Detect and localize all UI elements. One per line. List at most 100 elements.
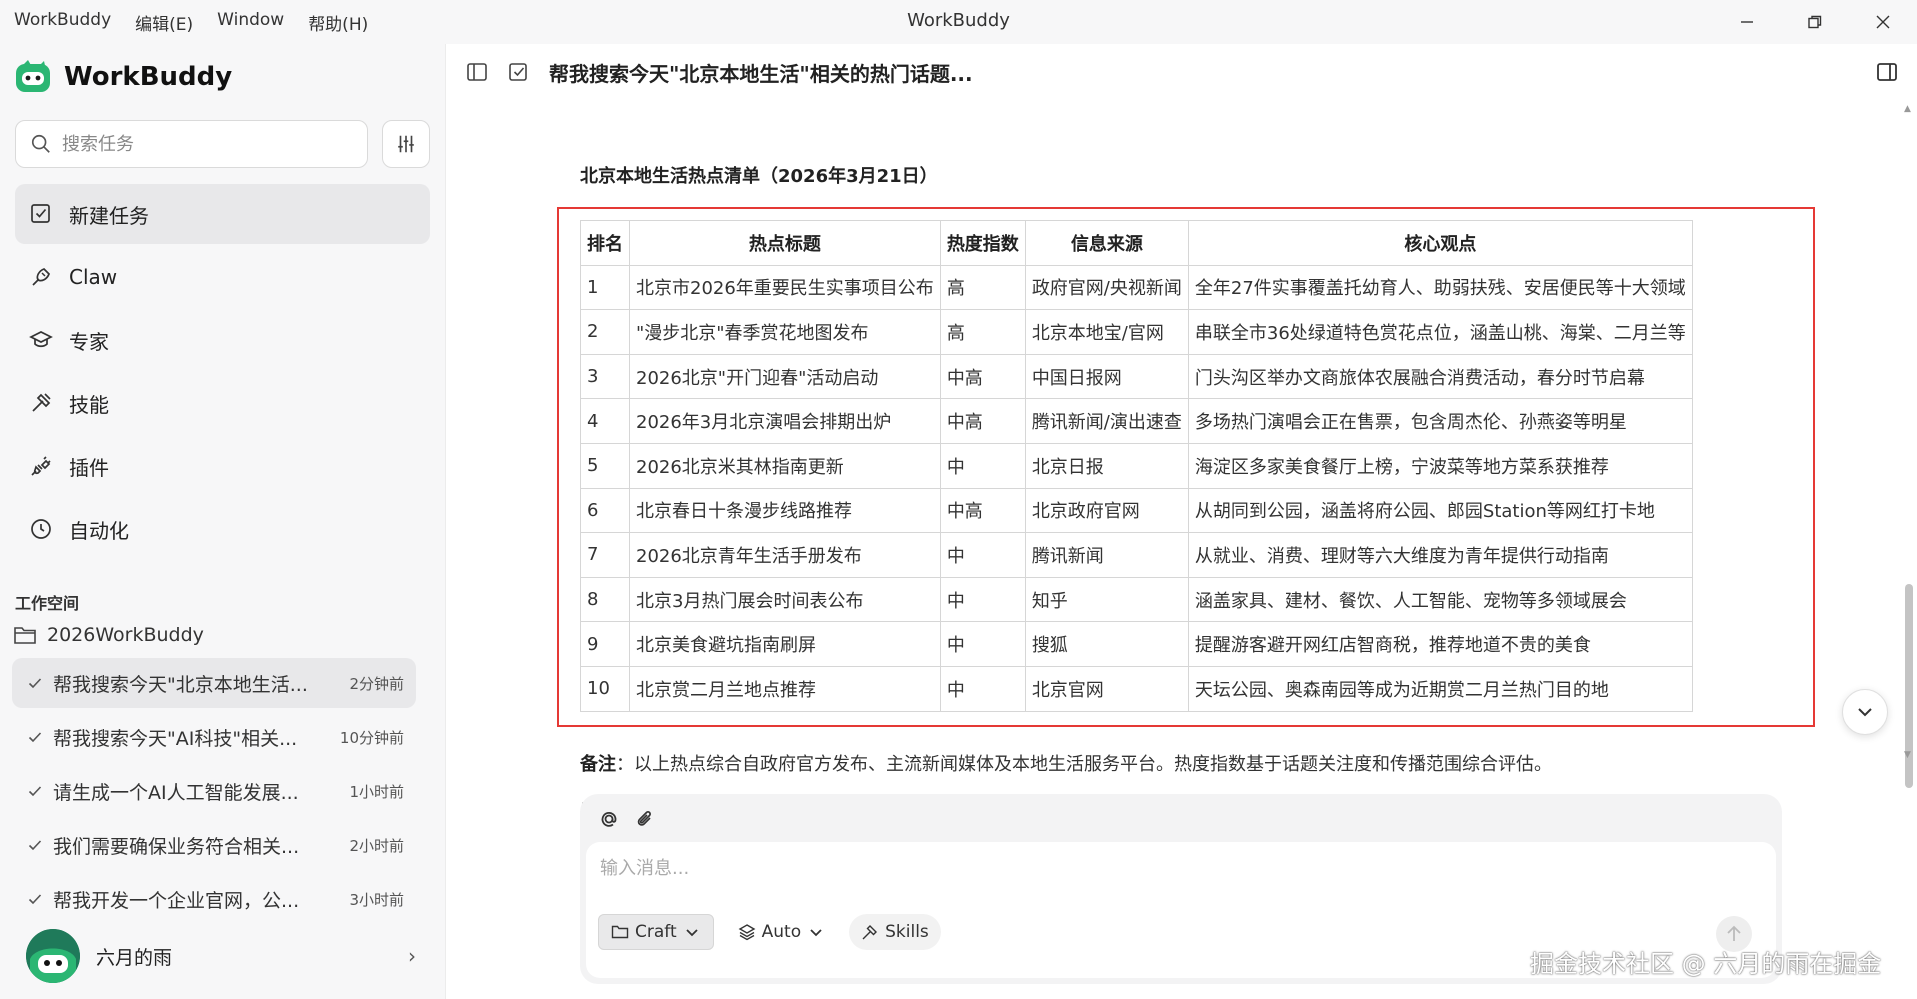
nav-expert[interactable]: 专家 [15, 310, 430, 370]
task-item[interactable]: 帮我开发一个企业官网，公... 3小时前 [12, 874, 416, 924]
nav-plugins[interactable]: 插件 [15, 436, 430, 496]
title-bar: WorkBuddy 编辑(E) Window 帮助(H) WorkBuddy [0, 0, 1917, 44]
menu-edit[interactable]: 编辑(E) [135, 10, 193, 35]
conversation-header: 帮我搜索今天"北京本地生活"相关的热门话题... [447, 44, 1917, 100]
model-selector[interactable]: Auto [726, 914, 837, 950]
cell-rank: 7 [580, 532, 630, 578]
main-panel: 帮我搜索今天"北京本地生活"相关的热门话题... 北京本地生活热点清单（2026… [447, 44, 1917, 999]
avatar [26, 929, 80, 983]
claw-icon [32, 268, 50, 286]
search-icon [31, 134, 50, 153]
watermark: 掘金技术社区 @ 六月的雨在掘金 [1530, 950, 1882, 978]
restore-button[interactable] [1781, 0, 1849, 44]
task-time: 2分钟前 [349, 674, 404, 693]
attachment-icon[interactable] [634, 808, 656, 830]
cell-title: 2026年3月北京演唱会排期出炉 [629, 398, 941, 444]
sidebar-nav: 新建任务 Claw 专家 技能 插件 自动化 [15, 184, 430, 562]
task-title: 我们需要确保业务符合相关... [53, 835, 300, 858]
hotspot-table: 排名 热点标题 热度指数 信息来源 核心观点 1 北京市2026年重要民生实事项… [580, 220, 1693, 712]
cell-title: 北京美食避坑指南刷屏 [629, 621, 941, 667]
composer-tools [598, 808, 656, 830]
search-input[interactable] [62, 133, 352, 155]
skills-button[interactable]: Skills [849, 914, 941, 950]
cell-rank: 10 [580, 665, 630, 712]
task-time: 10分钟前 [339, 728, 404, 747]
check-icon [28, 732, 42, 743]
task-list: 帮我搜索今天"北京本地生活... 2分钟前 帮我搜索今天"AI科技"相关... … [12, 658, 416, 928]
nav-skills[interactable]: 技能 [15, 373, 430, 433]
check-icon [28, 840, 42, 851]
cell-heat: 高 [939, 309, 1026, 355]
model-label: Auto [761, 922, 802, 942]
table-row: 8 北京3月热门展会时间表公布 中 知乎 涵盖家具、建材、餐饮、人工智能、宠物等… [580, 576, 1693, 623]
expert-icon [29, 331, 53, 348]
folder-icon [14, 627, 36, 644]
cell-rank: 3 [580, 353, 630, 400]
table-row: 2 "漫步北京"春季赏花地图发布 高 北京本地宝/官网 串联全市36处绿道特色赏… [580, 309, 1693, 355]
user-profile[interactable]: 六月的雨 › [26, 928, 426, 984]
cell-viewpoint: 门头沟区举办文商旅体农展融合消费活动，春分时节启幕 [1187, 353, 1693, 400]
cell-rank: 2 [580, 309, 630, 355]
sidebar-toggle-icon[interactable] [465, 60, 489, 84]
cell-source: 北京日报 [1024, 442, 1189, 489]
table-row: 1 北京市2026年重要民生实事项目公布 高 政府官网/央视新闻 全年27件实事… [580, 264, 1693, 311]
col-header-source: 信息来源 [1024, 220, 1189, 266]
col-header-title: 热点标题 [629, 220, 941, 266]
cell-rank: 4 [580, 398, 630, 444]
cell-heat: 高 [939, 264, 1026, 311]
brand-name: WorkBuddy [64, 62, 233, 92]
mode-selector[interactable]: Craft [598, 914, 714, 950]
clock-icon [31, 519, 51, 539]
nav-claw[interactable]: Claw [15, 247, 430, 307]
cell-heat: 中 [939, 442, 1026, 489]
task-item[interactable]: 我们需要确保业务符合相关... 2小时前 [12, 820, 416, 870]
message-input[interactable] [600, 858, 1600, 879]
right-panel-toggle-icon[interactable] [1875, 60, 1899, 84]
chevron-down-icon [1858, 708, 1872, 717]
task-item[interactable]: 帮我搜索今天"北京本地生活... 2分钟前 [12, 658, 416, 708]
workspace-folder[interactable]: 2026WorkBuddy [13, 624, 204, 646]
cell-source: 北京本地宝/官网 [1024, 309, 1189, 355]
plugin-icon [31, 456, 51, 476]
cell-heat: 中 [939, 621, 1026, 667]
scroll-to-bottom-button[interactable] [1842, 689, 1888, 735]
new-task-icon[interactable] [507, 60, 531, 84]
check-icon [28, 678, 42, 689]
nav-label: 技能 [69, 392, 109, 417]
cell-source: 中国日报网 [1024, 353, 1189, 400]
cell-heat: 中高 [939, 487, 1026, 534]
cell-viewpoint: 多场热门演唱会正在售票，包含周杰伦、孙燕姿等明星 [1187, 398, 1693, 444]
task-item[interactable]: 帮我搜索今天"AI科技"相关... 10分钟前 [12, 712, 416, 762]
close-button[interactable] [1849, 0, 1917, 44]
cell-heat: 中 [939, 665, 1026, 712]
minimize-button[interactable] [1713, 0, 1781, 44]
col-header-heat: 热度指数 [939, 220, 1026, 266]
mention-icon[interactable] [598, 808, 620, 830]
window-controls [1713, 0, 1917, 44]
chevron-right-icon: › [408, 944, 416, 968]
sidebar: WorkBuddy 新建任务 Claw 专家 技能 [0, 44, 446, 999]
menu-help[interactable]: 帮助(H) [308, 10, 368, 35]
scrollbar[interactable] [1903, 100, 1913, 820]
table-header-row: 排名 热点标题 热度指数 信息来源 核心观点 [580, 220, 1693, 266]
nav-new-task[interactable]: 新建任务 [15, 184, 430, 244]
send-icon [1727, 925, 1741, 941]
nav-label: 新建任务 [69, 203, 149, 228]
task-search[interactable] [15, 120, 368, 168]
nav-automation[interactable]: 自动化 [15, 499, 430, 559]
menu-window[interactable]: Window [217, 10, 284, 35]
task-item[interactable]: 请生成一个AI人工智能发展... 1小时前 [12, 766, 416, 816]
brand: WorkBuddy [14, 58, 232, 96]
menu-workbuddy[interactable]: WorkBuddy [14, 10, 111, 35]
cell-rank: 5 [580, 442, 630, 489]
conversation-title: 帮我搜索今天"北京本地生活"相关的热门话题... [549, 61, 973, 86]
cell-rank: 1 [580, 264, 630, 311]
close-icon [1876, 15, 1890, 29]
scroll-down-arrow[interactable]: ▼ [1904, 750, 1911, 760]
check-icon [28, 786, 42, 797]
skills-label: Skills [885, 922, 929, 942]
composer-options: Craft Auto Skills [598, 914, 941, 950]
filter-button[interactable] [382, 120, 430, 168]
minimize-icon [1741, 21, 1753, 23]
restore-icon [1808, 15, 1822, 29]
